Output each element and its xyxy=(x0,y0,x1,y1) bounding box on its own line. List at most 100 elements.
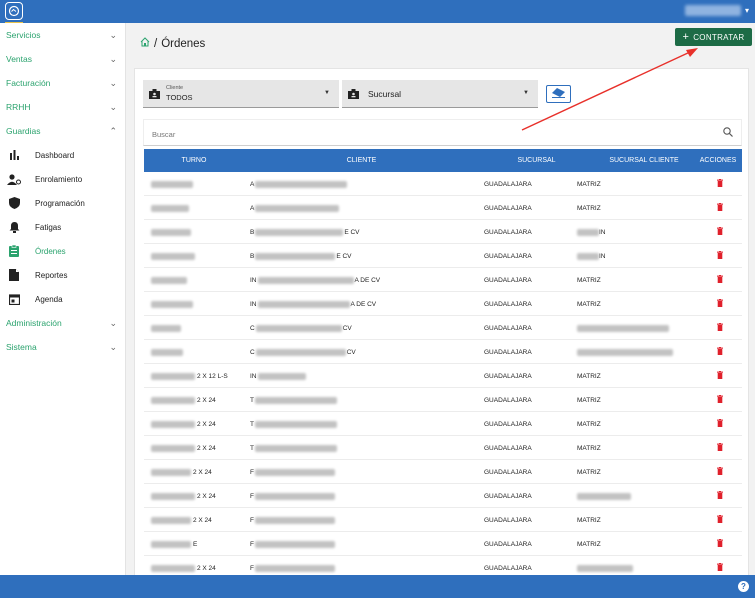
search-field[interactable]: Buscar xyxy=(143,119,742,146)
table-row[interactable]: A GUADALAJARA MATRIZ xyxy=(144,196,742,220)
sidebar-item-ordenes[interactable]: Órdenes xyxy=(0,239,125,263)
sidebar-item-programacion[interactable]: Programación xyxy=(0,191,125,215)
trash-icon[interactable] xyxy=(717,539,723,549)
cell-cliente: F xyxy=(250,556,475,575)
table-row[interactable]: 2 X 24 F GUADALAJARA MATRIZ xyxy=(144,460,742,484)
redacted-text xyxy=(577,564,633,572)
help-icon[interactable]: ? xyxy=(738,581,749,592)
bell-icon xyxy=(7,221,21,233)
trash-icon[interactable] xyxy=(717,251,723,261)
redacted-text xyxy=(254,396,337,404)
cell-acciones xyxy=(710,508,730,532)
cell-turno: E xyxy=(151,532,246,556)
cell-cliente: F xyxy=(250,532,475,556)
contratar-button[interactable]: + CONTRATAR xyxy=(675,28,752,46)
logo-icon[interactable] xyxy=(5,2,23,20)
cell-sucursal-cliente: MATRIZ xyxy=(577,300,601,308)
plus-icon: + xyxy=(682,30,690,43)
cell-acciones xyxy=(710,340,730,364)
redacted-text xyxy=(257,372,306,380)
table-row[interactable]: E F GUADALAJARA MATRIZ xyxy=(144,532,742,556)
sidebar-item-fatigas[interactable]: Fatigas xyxy=(0,215,125,239)
trash-icon[interactable] xyxy=(717,563,723,573)
trash-icon[interactable] xyxy=(717,275,723,285)
chevron-down-icon: ⌄ xyxy=(109,77,117,88)
table-row[interactable]: 2 X 24 T GUADALAJARA MATRIZ xyxy=(144,436,742,460)
cell-acciones xyxy=(710,316,730,340)
sidebar-section-servicios[interactable]: Servicios ⌄ xyxy=(0,23,125,47)
cell-sucursal-cliente: IN xyxy=(577,220,677,244)
trash-icon[interactable] xyxy=(717,515,723,525)
sidebar-item-dashboard[interactable]: Dashboard xyxy=(0,143,125,167)
dropdown-arrow-icon: ▼ xyxy=(523,90,529,96)
sidebar-section-guardias[interactable]: Guardias ⌃ xyxy=(0,119,125,143)
table-row[interactable]: C CV GUADALAJARA xyxy=(144,340,742,364)
table-row[interactable]: C CV GUADALAJARA xyxy=(144,316,742,340)
col-header-turno[interactable]: TURNO xyxy=(144,157,244,164)
cell-turno: 2 X 12 L-S xyxy=(151,364,246,388)
cell-turno xyxy=(151,196,246,220)
trash-icon[interactable] xyxy=(717,443,723,453)
sidebar-section-rrhh[interactable]: RRHH ⌄ xyxy=(0,95,125,119)
col-header-acciones: ACCIONES xyxy=(699,157,737,164)
table-row[interactable]: 2 X 12 L-S IN GUADALAJARA MATRIZ xyxy=(144,364,742,388)
user-menu[interactable]: ▾ xyxy=(684,5,749,16)
sidebar-item-enrolamiento[interactable]: Enrolamiento xyxy=(0,167,125,191)
cliente-select[interactable]: Cliente TODOS ▼ xyxy=(143,80,339,108)
sucursal-select[interactable]: Sucursal ▼ xyxy=(342,80,538,108)
trash-icon[interactable] xyxy=(717,203,723,213)
redacted-text xyxy=(151,228,191,236)
col-header-sucursal[interactable]: SUCURSAL xyxy=(479,157,594,164)
sidebar-section-administracion[interactable]: Administración ⌄ xyxy=(0,311,125,335)
trash-icon[interactable] xyxy=(717,371,723,381)
cell-acciones xyxy=(710,268,730,292)
clear-filters-button[interactable] xyxy=(546,85,571,103)
trash-icon[interactable] xyxy=(717,323,723,333)
col-header-sucursal-cliente[interactable]: SUCURSAL CLIENTE xyxy=(594,157,694,164)
table-body: A GUADALAJARA MATRIZ A GUADALAJARA MATRIZ B E C… xyxy=(144,172,742,575)
search-icon[interactable] xyxy=(723,127,733,139)
trash-icon[interactable] xyxy=(717,227,723,237)
redacted-text xyxy=(151,180,193,188)
cell-acciones xyxy=(710,532,730,556)
cell-sucursal-cliente: MATRIZ xyxy=(577,396,601,404)
trash-icon[interactable] xyxy=(717,491,723,501)
cell-sucursal-cliente: MATRIZ xyxy=(577,468,601,476)
sidebar-section-ventas[interactable]: Ventas ⌄ xyxy=(0,47,125,71)
redacted-text xyxy=(254,564,335,572)
cell-acciones xyxy=(710,412,730,436)
user-name-redacted xyxy=(684,5,741,16)
table-row[interactable]: IN A DE CV GUADALAJARA MATRIZ xyxy=(144,292,742,316)
trash-icon[interactable] xyxy=(717,419,723,429)
trash-icon[interactable] xyxy=(717,467,723,477)
trash-icon[interactable] xyxy=(717,299,723,309)
sidebar-item-reportes[interactable]: Reportes xyxy=(0,263,125,287)
trash-icon[interactable] xyxy=(717,179,723,189)
sidebar-section-facturacion[interactable]: Facturación ⌄ xyxy=(0,71,125,95)
home-icon[interactable] xyxy=(140,37,150,50)
footer-bar: ? xyxy=(0,575,755,598)
table-row[interactable]: 2 X 24 T GUADALAJARA MATRIZ xyxy=(144,388,742,412)
redacted-text xyxy=(257,300,350,308)
trash-icon[interactable] xyxy=(717,347,723,357)
col-header-cliente[interactable]: CLIENTE xyxy=(244,157,479,164)
table-row[interactable]: 2 X 24 T GUADALAJARA MATRIZ xyxy=(144,412,742,436)
redacted-text xyxy=(255,324,342,332)
table-row[interactable]: A GUADALAJARA MATRIZ xyxy=(144,172,742,196)
table-row[interactable]: 2 X 24 F GUADALAJARA MATRIZ xyxy=(144,508,742,532)
sidebar-section-sistema[interactable]: Sistema ⌄ xyxy=(0,335,125,359)
cell-turno xyxy=(151,268,246,292)
cell-acciones xyxy=(710,484,730,508)
dropdown-arrow-icon: ▼ xyxy=(324,90,330,96)
table-row[interactable]: BE CV GUADALAJARA IN xyxy=(144,244,742,268)
redacted-text xyxy=(254,492,335,500)
table-row[interactable]: BE CV GUADALAJARA IN xyxy=(144,220,742,244)
trash-icon[interactable] xyxy=(717,395,723,405)
cell-cliente: T xyxy=(250,436,475,460)
table-row[interactable]: 2 X 24 F GUADALAJARA xyxy=(144,484,742,508)
sidebar-item-agenda[interactable]: Agenda xyxy=(0,287,125,311)
cell-acciones xyxy=(710,436,730,460)
table-row[interactable]: IN A DE CV GUADALAJARA MATRIZ xyxy=(144,268,742,292)
table-row[interactable]: 2 X 24 F GUADALAJARA xyxy=(144,556,742,575)
cell-cliente: IN A DE CV xyxy=(250,300,377,308)
